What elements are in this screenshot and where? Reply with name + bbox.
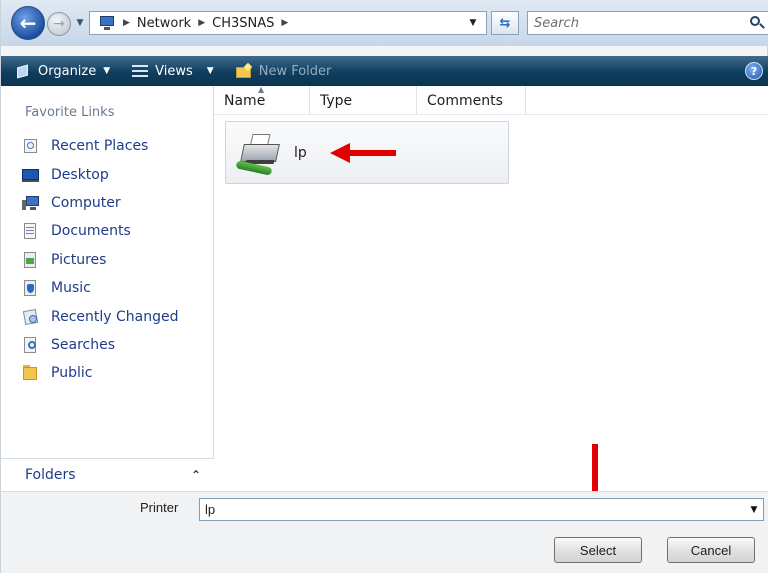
select-button[interactable]: Select (554, 537, 642, 563)
search-icon[interactable] (748, 14, 766, 32)
nav-item-recently-changed[interactable]: Recently Changed (1, 302, 214, 330)
favorite-links-list: Recent Places Desktop Computer Documents… (1, 132, 214, 388)
nav-item-music[interactable]: Music (1, 274, 214, 302)
back-button[interactable]: ← (11, 6, 45, 40)
column-header-type[interactable]: Type (310, 86, 417, 115)
help-icon[interactable]: ? (745, 62, 763, 80)
recently-changed-icon (22, 308, 40, 325)
views-button[interactable]: Views ▼ (118, 56, 222, 86)
refresh-button[interactable]: ⇆ (491, 11, 519, 35)
new-folder-label: New Folder (258, 63, 332, 79)
column-header-label: Name (224, 92, 266, 109)
search-box[interactable] (527, 11, 768, 35)
nav-item-recent-places[interactable]: Recent Places (1, 132, 214, 160)
sort-ascending-icon: ▲ (258, 85, 265, 94)
search-input[interactable] (528, 13, 748, 33)
column-header-label: Comments (427, 92, 503, 109)
recent-pages-dropdown[interactable]: ▼ (73, 16, 87, 30)
organize-label: Organize (38, 63, 97, 79)
nav-item-public[interactable]: Public (1, 359, 214, 387)
desktop-icon (22, 167, 40, 183)
printer-combobox[interactable]: ▼ (199, 498, 764, 521)
nav-item-documents[interactable]: Documents (1, 217, 214, 245)
address-dropdown-icon[interactable]: ▼ (466, 12, 480, 34)
documents-icon (22, 223, 40, 240)
nav-item-label: Desktop (51, 166, 109, 183)
select-printer-dialog: ← → ▼ ▶ Network ▶ CH3SNAS ▶ ▼ ⇆ Organize (0, 0, 768, 573)
nav-item-label: Documents (51, 223, 131, 240)
address-bar[interactable]: ▶ Network ▶ CH3SNAS ▶ ▼ (89, 11, 487, 35)
nav-item-desktop[interactable]: Desktop (1, 160, 214, 188)
nav-item-label: Recently Changed (51, 308, 179, 325)
folders-toggle[interactable]: Folders ⌃ (1, 458, 214, 491)
forward-button[interactable]: → (47, 12, 71, 36)
network-computer-icon (96, 15, 116, 31)
breadcrumb-separator-icon[interactable]: ▶ (198, 18, 205, 28)
nav-item-computer[interactable]: Computer (1, 189, 214, 217)
breadcrumb-separator-icon[interactable]: ▶ (281, 18, 288, 28)
computer-icon (22, 195, 40, 211)
navigation-pane: Favorite Links Recent Places Desktop Com… (1, 86, 214, 491)
new-folder-button[interactable]: New Folder (222, 56, 340, 86)
chevron-down-icon: ▼ (206, 66, 214, 76)
favorite-links-heading: Favorite Links (25, 105, 115, 120)
chevron-down-icon: ▼ (76, 18, 84, 28)
recent-places-icon (22, 138, 40, 154)
chevron-down-icon[interactable]: ▼ (745, 505, 763, 515)
printer-label: Printer (140, 500, 179, 515)
chevron-down-icon: ▼ (103, 66, 111, 76)
nav-item-label: Searches (51, 336, 116, 353)
music-icon (22, 280, 40, 297)
breadcrumb-separator-icon[interactable]: ▶ (123, 18, 130, 28)
pictures-icon (22, 251, 40, 268)
nav-item-label: Recent Places (51, 138, 149, 155)
annotation-arrow-left (330, 143, 396, 163)
new-folder-icon (235, 62, 252, 78)
searches-icon (22, 336, 40, 353)
nav-item-label: Computer (51, 194, 121, 211)
column-header-name[interactable]: ▲ Name (214, 85, 310, 115)
file-name: lp (294, 144, 307, 161)
printer-name-input[interactable] (200, 499, 745, 520)
column-header-label: Type (320, 92, 353, 109)
forward-arrow-icon: → (53, 16, 65, 32)
address-row: ← → ▼ ▶ Network ▶ CH3SNAS ▶ ▼ ⇆ (1, 0, 768, 46)
file-list: ▲ Name Type Comments lp (214, 85, 768, 491)
nav-item-label: Music (51, 280, 91, 297)
public-folder-icon (22, 365, 40, 381)
nav-item-label: Pictures (51, 251, 107, 268)
bottom-panel: Printer ▼ Select Cancel (1, 491, 768, 573)
back-arrow-icon: ← (19, 11, 37, 35)
views-icon (132, 64, 149, 78)
breadcrumb-network[interactable]: Network (137, 16, 191, 31)
views-label: Views (155, 63, 193, 79)
column-headers: ▲ Name Type Comments (214, 85, 768, 115)
command-toolbar: Organize ▼ Views ▼ New Folder ? (1, 56, 768, 86)
nav-item-pictures[interactable]: Pictures (1, 246, 214, 274)
chevron-up-icon[interactable]: ⌃ (191, 468, 201, 482)
organize-icon (15, 63, 31, 79)
cancel-button[interactable]: Cancel (667, 537, 755, 563)
printer-icon (235, 130, 286, 176)
folders-label: Folders (25, 467, 76, 483)
organize-button[interactable]: Organize ▼ (1, 56, 118, 86)
column-header-comments[interactable]: Comments (417, 86, 526, 115)
nav-item-label: Public (51, 365, 93, 382)
refresh-icon: ⇆ (499, 15, 511, 31)
nav-item-searches[interactable]: Searches (1, 331, 214, 359)
breadcrumb-ch3snas[interactable]: CH3SNAS (212, 16, 274, 31)
